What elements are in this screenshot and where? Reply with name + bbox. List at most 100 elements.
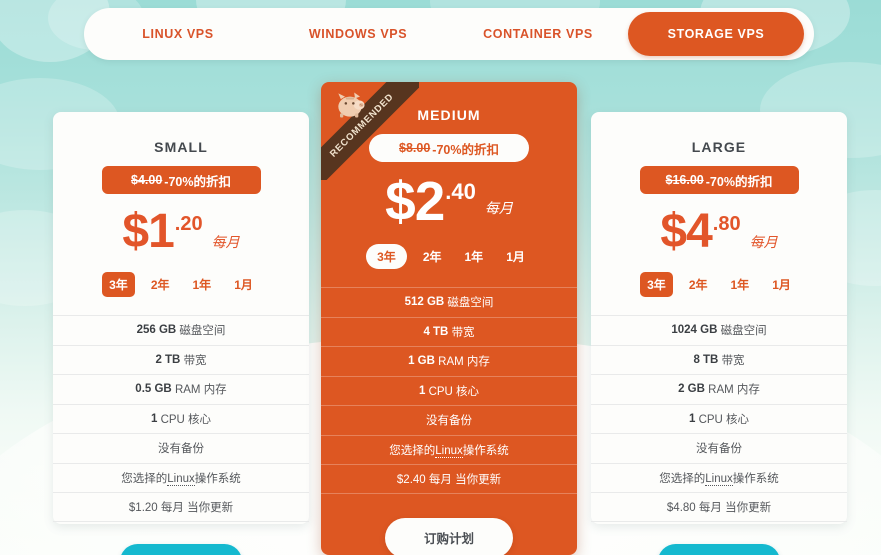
term-option[interactable]: 2年 [144, 272, 177, 297]
feature-value: 1 [150, 412, 158, 425]
order-plan-button[interactable]: 订购计划 [658, 543, 780, 555]
feature-row: 256 GB 磁盘空间 [53, 315, 309, 345]
feature-row: 您选择的Linux操作系统 [321, 434, 577, 465]
feature-value: 4 TB [423, 325, 449, 338]
feature-label: 没有备份 [426, 415, 472, 428]
term-option[interactable]: 1年 [724, 272, 757, 297]
billing-term-selector[interactable]: 3年 2年 1年 1月 [591, 272, 847, 297]
pricing-card-medium[interactable]: RECOMMENDED MEDIUM $8.00 -70%的折扣 $2.40 每月 3年 2年… [321, 82, 577, 555]
tab-container-vps[interactable]: CONTAINER VPS [448, 12, 628, 56]
feature-value: 256 GB [136, 324, 177, 337]
price-cents: .40 [445, 179, 476, 204]
discount-badge: $16.00 -70%的折扣 [639, 166, 799, 194]
pricing-card-large[interactable]: LARGE $16.00 -70%的折扣 $4.80 每月 3年 2年 1年 1月 1024 GB… [591, 112, 847, 555]
feature-row: 1 CPU 核心 [53, 403, 309, 434]
tab-storage-vps[interactable]: STORAGE VPS [628, 12, 804, 56]
feature-row: 1 CPU 核心 [591, 403, 847, 434]
plan-title: LARGE [691, 139, 747, 155]
feature-label: 磁盘空间 [179, 325, 226, 338]
feature-row: 4 TB 带宽 [321, 316, 577, 347]
feature-list: 1024 GB 磁盘空间 8 TB 带宽 2 GB RAM 内存 1 CPU 核心 没有… [591, 315, 847, 522]
feature-value: 1 [688, 412, 696, 425]
order-button-wrap: 订购计划 [321, 517, 577, 555]
feature-label: CPU 核心 [160, 413, 212, 426]
term-option[interactable]: 1月 [765, 272, 798, 297]
original-price: $16.00 [665, 173, 704, 187]
pricing-card-small[interactable]: SMALL $4.00 -70%的折扣 $1.20 每月 3年 2年 1年 1月 256 GB 磁… [53, 112, 309, 555]
feature-row: 您选择的Linux操作系统 [53, 462, 309, 493]
plan-price: $2.40 每月 [321, 170, 577, 238]
feature-label: $4.80 每月 当你更新 [666, 501, 772, 514]
feature-label: 您选择的Linux操作系统 [121, 472, 241, 486]
term-option[interactable]: 1年 [186, 272, 219, 297]
plan-title: SMALL [154, 139, 208, 155]
term-option[interactable]: 2年 [416, 244, 449, 269]
price-cents: .80 [712, 213, 741, 235]
feature-value: 0.5 GB [135, 383, 172, 396]
feature-row: $4.80 每月 当你更新 [591, 492, 847, 522]
order-button-wrap: 订购计划 [53, 543, 309, 555]
price-amount: $4 [660, 205, 712, 258]
feature-label: $1.20 每月 当你更新 [128, 501, 234, 514]
feature-list: 256 GB 磁盘空间 2 TB 带宽 0.5 GB RAM 内存 1 CPU 核心没… [53, 315, 309, 522]
feature-value: 2 GB [678, 383, 705, 396]
feature-label: 没有备份 [158, 443, 204, 456]
feature-row: 0.5 GB RAM 内存 [53, 374, 309, 404]
price-period: 每月 [211, 234, 240, 250]
feature-row: 2 GB RAM 内存 [591, 374, 847, 404]
price-amount: $1 [122, 205, 174, 258]
feature-label: 没有备份 [696, 443, 742, 456]
feature-label: RAM 内存 [174, 384, 227, 397]
original-price: $8.00 [399, 141, 431, 155]
recommended-ribbon: RECOMMENDED [321, 82, 419, 180]
feature-label: 带宽 [451, 326, 475, 339]
feature-highlight-word: Linux [435, 444, 463, 458]
feature-value: 1 [418, 384, 426, 397]
feature-row: 没有备份 [591, 433, 847, 463]
feature-row: 8 TB 带宽 [591, 344, 847, 375]
price-amount: $2 [385, 170, 445, 232]
billing-term-selector[interactable]: 3年 2年 1年 1月 [53, 272, 309, 297]
feature-value: 8 TB [693, 353, 719, 366]
feature-label: 磁盘空间 [720, 325, 767, 338]
term-option[interactable]: 2年 [682, 272, 715, 297]
feature-row: 您选择的Linux操作系统 [591, 462, 847, 493]
term-option[interactable]: 3年 [640, 272, 673, 297]
discount-badge: $4.00 -70%的折扣 [101, 166, 261, 194]
plan-category-tabs[interactable]: LINUX VPS WINDOWS VPS CONTAINER VPS STORAGE… [84, 8, 814, 60]
order-button-wrap: 订购计划 [591, 543, 847, 555]
original-price: $4.00 [131, 173, 163, 187]
feature-row: 1 GB RAM 内存 [321, 346, 577, 376]
feature-row: 没有备份 [321, 405, 577, 435]
discount-text: -70%的折扣 [432, 142, 499, 157]
price-period: 每月 [749, 234, 778, 250]
feature-highlight-word: Linux [167, 472, 195, 486]
feature-label: CPU 核心 [698, 413, 750, 426]
feature-row: 512 GB 磁盘空间 [321, 287, 577, 317]
feature-highlight-word: Linux [705, 472, 733, 486]
feature-row: $2.40 每月 当你更新 [321, 464, 577, 494]
order-plan-button[interactable]: 订购计划 [120, 543, 242, 555]
feature-label: CPU 核心 [428, 385, 480, 398]
feature-label: RAM 内存 [708, 384, 760, 397]
discount-text: -70%的折扣 [164, 174, 231, 189]
billing-term-selector[interactable]: 3年 2年 1年 1月 [321, 244, 577, 269]
feature-row: 2 TB 带宽 [53, 344, 309, 375]
order-plan-button[interactable]: 订购计划 [385, 517, 513, 555]
term-option[interactable]: 3年 [102, 272, 135, 297]
term-option[interactable]: 1年 [458, 244, 491, 269]
term-option[interactable]: 3年 [366, 244, 407, 269]
feature-row: 没有备份 [53, 433, 309, 463]
tab-linux-vps[interactable]: LINUX VPS [88, 12, 268, 56]
tab-windows-vps[interactable]: WINDOWS VPS [268, 12, 448, 56]
feature-label: 您选择的Linux操作系统 [389, 444, 509, 458]
plan-price: $1.20 每月 [53, 205, 309, 266]
feature-label: 您选择的Linux操作系统 [659, 472, 779, 486]
plan-price: $4.80 每月 [591, 205, 847, 266]
term-option[interactable]: 1月 [227, 272, 260, 297]
feature-row: 1 CPU 核心 [321, 375, 577, 406]
price-cents: .20 [174, 213, 203, 235]
discount-badge: $8.00 -70%的折扣 [369, 134, 529, 162]
feature-label: 带宽 [721, 354, 745, 367]
term-option[interactable]: 1月 [499, 244, 532, 269]
